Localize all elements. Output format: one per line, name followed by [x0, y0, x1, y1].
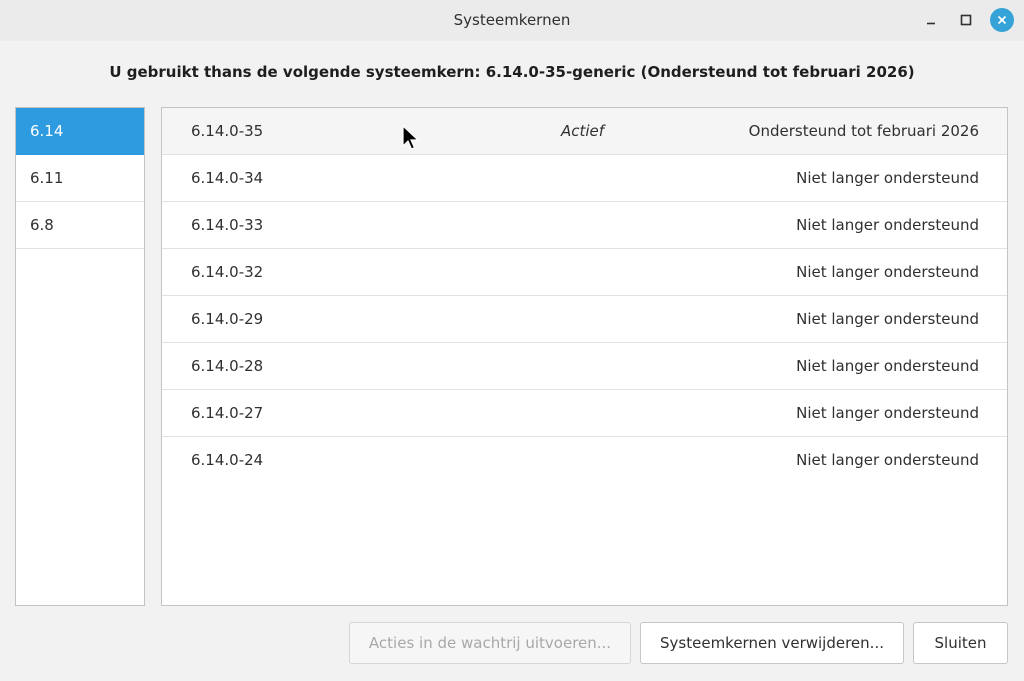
- kernel-row[interactable]: 6.14.0-24 Niet langer ondersteund: [162, 437, 1007, 483]
- close-icon: [997, 15, 1007, 25]
- kernel-row[interactable]: 6.14.0-27 Niet langer ondersteund: [162, 390, 1007, 437]
- kernel-row[interactable]: 6.14.0-29 Niet langer ondersteund: [162, 296, 1007, 343]
- kernel-version: 6.14.0-29: [191, 310, 264, 328]
- maximize-button[interactable]: [954, 8, 978, 32]
- title-bar[interactable]: Systeemkernen: [0, 0, 1024, 41]
- kernel-version: 6.14.0-32: [191, 263, 264, 281]
- minimize-icon: [927, 22, 935, 25]
- current-kernel-headline: U gebruikt thans de volgende systeemkern…: [109, 63, 915, 81]
- kernels-window: Systeemkernen U gebruikt thans de volgen…: [0, 0, 1024, 681]
- maximize-icon: [960, 14, 972, 26]
- sidebar-item-label: 6.8: [30, 216, 54, 234]
- kernel-row[interactable]: 6.14.0-28 Niet langer ondersteund: [162, 343, 1007, 390]
- kernel-version: 6.14.0-27: [191, 404, 264, 422]
- kernel-support-status: Niet langer ondersteund: [796, 216, 979, 234]
- window-title: Systeemkernen: [453, 11, 571, 29]
- mouse-pointer-icon: [402, 124, 420, 150]
- kernel-support-status: Niet langer ondersteund: [796, 451, 979, 469]
- kernel-version: 6.14.0-34: [191, 169, 264, 187]
- sidebar-item-label: 6.14: [30, 122, 64, 140]
- kernel-row[interactable]: 6.14.0-34 Niet langer ondersteund: [162, 155, 1007, 202]
- minimize-button[interactable]: [919, 8, 943, 32]
- close-dialog-button[interactable]: Sluiten: [913, 622, 1008, 664]
- kernel-list: 6.14.0-35 Actief Ondersteund tot februar…: [161, 107, 1008, 606]
- kernel-support-status: Niet langer ondersteund: [796, 263, 979, 281]
- kernel-support-status: Niet langer ondersteund: [796, 310, 979, 328]
- sidebar-item-6-8[interactable]: 6.8: [16, 202, 144, 249]
- close-button[interactable]: [990, 8, 1014, 32]
- sidebar-item-6-11[interactable]: 6.11: [16, 155, 144, 202]
- kernel-state: Actief: [561, 122, 605, 140]
- kernel-row[interactable]: 6.14.0-35 Actief Ondersteund tot februar…: [162, 108, 1007, 155]
- kernel-version: 6.14.0-24: [191, 451, 264, 469]
- kernel-support-status: Ondersteund tot februari 2026: [748, 122, 979, 140]
- kernel-support-status: Niet langer ondersteund: [796, 169, 979, 187]
- remove-kernels-button[interactable]: Systeemkernen verwijderen...: [640, 622, 904, 664]
- sidebar-item-6-14[interactable]: 6.14: [16, 108, 144, 155]
- kernel-version: 6.14.0-35: [191, 122, 264, 140]
- kernel-version: 6.14.0-28: [191, 357, 264, 375]
- run-queued-actions-button[interactable]: Acties in de wachtrij uitvoeren...: [349, 622, 631, 664]
- kernel-support-status: Niet langer ondersteund: [796, 404, 979, 422]
- kernel-support-status: Niet langer ondersteund: [796, 357, 979, 375]
- kernel-version: 6.14.0-33: [191, 216, 264, 234]
- kernel-series-list: 6.14 6.11 6.8: [15, 107, 145, 606]
- kernel-row[interactable]: 6.14.0-32 Niet langer ondersteund: [162, 249, 1007, 296]
- kernel-row[interactable]: 6.14.0-33 Niet langer ondersteund: [162, 202, 1007, 249]
- sidebar-item-label: 6.11: [30, 169, 64, 187]
